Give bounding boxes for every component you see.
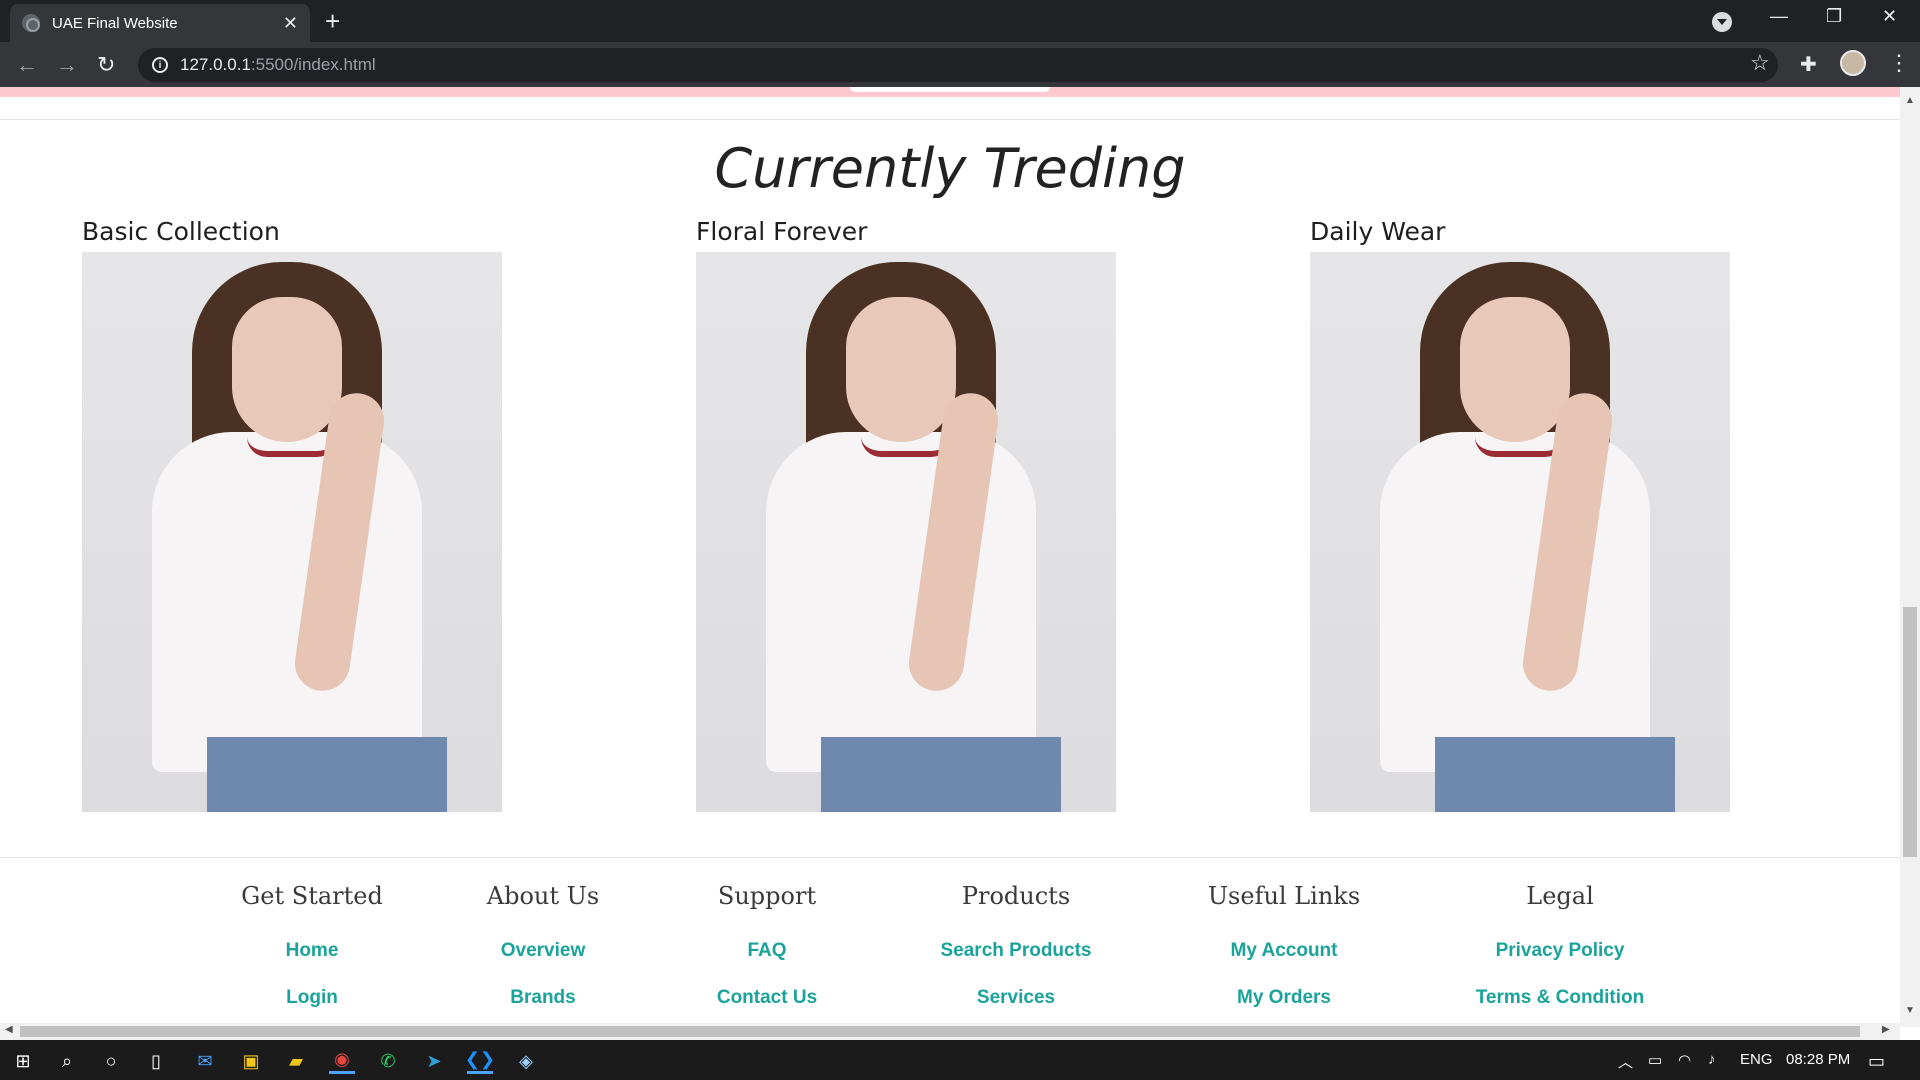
product-card-daily[interactable]: Daily Wear — [1310, 217, 1730, 812]
product-card-basic[interactable]: Basic Collection — [82, 217, 502, 812]
scroll-up-icon[interactable]: ▲ — [1905, 95, 1915, 106]
chrome-icon[interactable]: ◉ — [329, 1048, 355, 1074]
browser-titlebar: UAE Final Website ✕ + — ❐ ✕ — [0, 0, 1920, 42]
browser-tab[interactable]: UAE Final Website ✕ — [10, 4, 310, 42]
app-icon[interactable]: ◈ — [513, 1048, 539, 1074]
footer-link-my-account[interactable]: My Account — [1169, 940, 1399, 962]
horizontal-scroll-thumb[interactable] — [20, 1026, 1860, 1037]
vertical-scroll-thumb[interactable] — [1903, 607, 1917, 857]
windows-start-icon[interactable]: ⊞ — [10, 1048, 36, 1074]
header-pink-bar — [0, 87, 1900, 97]
close-window-button[interactable]: ✕ — [1882, 6, 1897, 27]
tab-search-icon[interactable] — [1712, 12, 1732, 32]
footer-heading: Useful Links — [1207, 882, 1361, 910]
volume-icon[interactable]: ♪ — [1708, 1051, 1716, 1068]
globe-icon — [22, 14, 40, 32]
vscode-icon[interactable]: ❮❯ — [465, 1048, 495, 1074]
url-host: 127.0.0.1 — [180, 55, 251, 74]
footer-link-privacy[interactable]: Privacy Policy — [1445, 940, 1675, 962]
browser-toolbar: ← → ↻ i 127.0.0.1:5500/index.html — [0, 42, 1920, 87]
footer-heading: Legal — [1526, 882, 1594, 910]
restore-button[interactable]: ❐ — [1826, 6, 1842, 27]
card-label: Basic Collection — [82, 217, 280, 246]
reload-icon[interactable]: ↻ — [97, 52, 115, 78]
new-tab-button[interactable]: + — [325, 6, 340, 37]
footer-col-support: Support FAQ Contact Us — [652, 882, 882, 1027]
footer-link-services[interactable]: Services — [901, 987, 1131, 1009]
footer-link-contact[interactable]: Contact Us — [652, 987, 882, 1009]
vertical-scrollbar[interactable]: ▲ ▼ — [1900, 87, 1920, 1027]
footer-heading: Get Started — [241, 882, 383, 910]
footer-col-get-started: Get Started Home Login — [197, 882, 427, 1027]
scroll-right-icon[interactable]: ▶ — [1882, 1024, 1890, 1035]
footer-divider — [0, 857, 1900, 858]
back-arrow-icon[interactable]: ← — [16, 52, 38, 78]
clock[interactable]: 08:28 PM — [1786, 1051, 1850, 1068]
tab-title: UAE Final Website — [52, 14, 178, 32]
address-bar[interactable]: i 127.0.0.1:5500/index.html — [138, 48, 1778, 82]
search-icon[interactable]: ⌕ — [54, 1048, 80, 1074]
telegram-icon[interactable]: ➤ — [421, 1048, 447, 1074]
url-path: :5500/index.html — [250, 55, 376, 74]
profile-avatar[interactable] — [1840, 50, 1866, 76]
footer-heading: Products — [961, 882, 1071, 910]
task-view-icon[interactable]: ▯ — [143, 1048, 169, 1074]
site-info-icon[interactable]: i — [152, 57, 168, 73]
footer-link-home[interactable]: Home — [197, 940, 427, 962]
browser-menu-icon[interactable]: ⋮ — [1888, 50, 1910, 76]
store-icon[interactable]: ▣ — [238, 1048, 264, 1074]
forward-arrow-icon[interactable]: → — [56, 52, 78, 78]
wifi-icon[interactable]: ◠ — [1678, 1051, 1691, 1069]
footer-col-legal: Legal Privacy Policy Terms & Condition — [1445, 882, 1675, 1027]
close-tab-icon[interactable]: ✕ — [283, 13, 298, 34]
trending-title: Currently Treding — [714, 137, 1186, 200]
language-indicator[interactable]: ENG — [1740, 1051, 1773, 1068]
device-icon[interactable]: ▭ — [1648, 1051, 1662, 1069]
footer-col-products: Products Search Products Services — [901, 882, 1131, 1027]
section-divider — [0, 119, 1900, 120]
show-hidden-icons-icon[interactable]: ︿ — [1618, 1051, 1633, 1072]
footer-col-useful-links: Useful Links My Account My Orders — [1169, 882, 1399, 1027]
cortana-icon[interactable]: ○ — [98, 1048, 124, 1074]
footer-link-faq[interactable]: FAQ — [652, 940, 882, 962]
footer-heading: Support — [717, 882, 817, 910]
footer-col-about: About Us Overview Brands — [428, 882, 658, 1027]
footer-link-terms[interactable]: Terms & Condition — [1445, 987, 1675, 1009]
footer-link-overview[interactable]: Overview — [428, 940, 658, 962]
bookmark-star-icon[interactable]: ☆ — [1750, 50, 1770, 76]
product-photo[interactable] — [82, 252, 502, 812]
page-viewport: Currently Treding Basic Collection Flora… — [0, 87, 1900, 1027]
whatsapp-icon[interactable]: ✆ — [375, 1048, 401, 1074]
footer-heading: About Us — [486, 882, 600, 910]
product-card-floral[interactable]: Floral Forever — [696, 217, 1116, 812]
windows-taskbar: ⊞ ⌕ ○ ▯ ✉ ▣ ▰ ◉ ✆ ➤ ❮❯ ◈ ︿ ▭ ◠ ♪ ENG 08:… — [0, 1040, 1920, 1080]
scroll-left-icon[interactable]: ◀ — [5, 1024, 13, 1035]
extensions-puzzle-icon[interactable]: ✚ — [1800, 52, 1817, 77]
header-notch — [850, 87, 1050, 92]
card-label: Floral Forever — [696, 217, 868, 246]
footer-link-login[interactable]: Login — [197, 987, 427, 1009]
notification-icon[interactable]: ▭ — [1868, 1051, 1885, 1072]
file-explorer-icon[interactable]: ▰ — [283, 1048, 309, 1074]
mail-icon[interactable]: ✉ — [192, 1048, 218, 1074]
minimize-button[interactable]: — — [1770, 6, 1788, 27]
footer-link-search-products[interactable]: Search Products — [901, 940, 1131, 962]
product-photo[interactable] — [696, 252, 1116, 812]
card-label: Daily Wear — [1310, 217, 1446, 246]
footer-link-brands[interactable]: Brands — [428, 987, 658, 1009]
scroll-down-icon[interactable]: ▼ — [1905, 1005, 1915, 1016]
footer-link-my-orders[interactable]: My Orders — [1169, 987, 1399, 1009]
product-photo[interactable] — [1310, 252, 1730, 812]
horizontal-scrollbar[interactable]: ◀ ▶ — [0, 1023, 1900, 1040]
